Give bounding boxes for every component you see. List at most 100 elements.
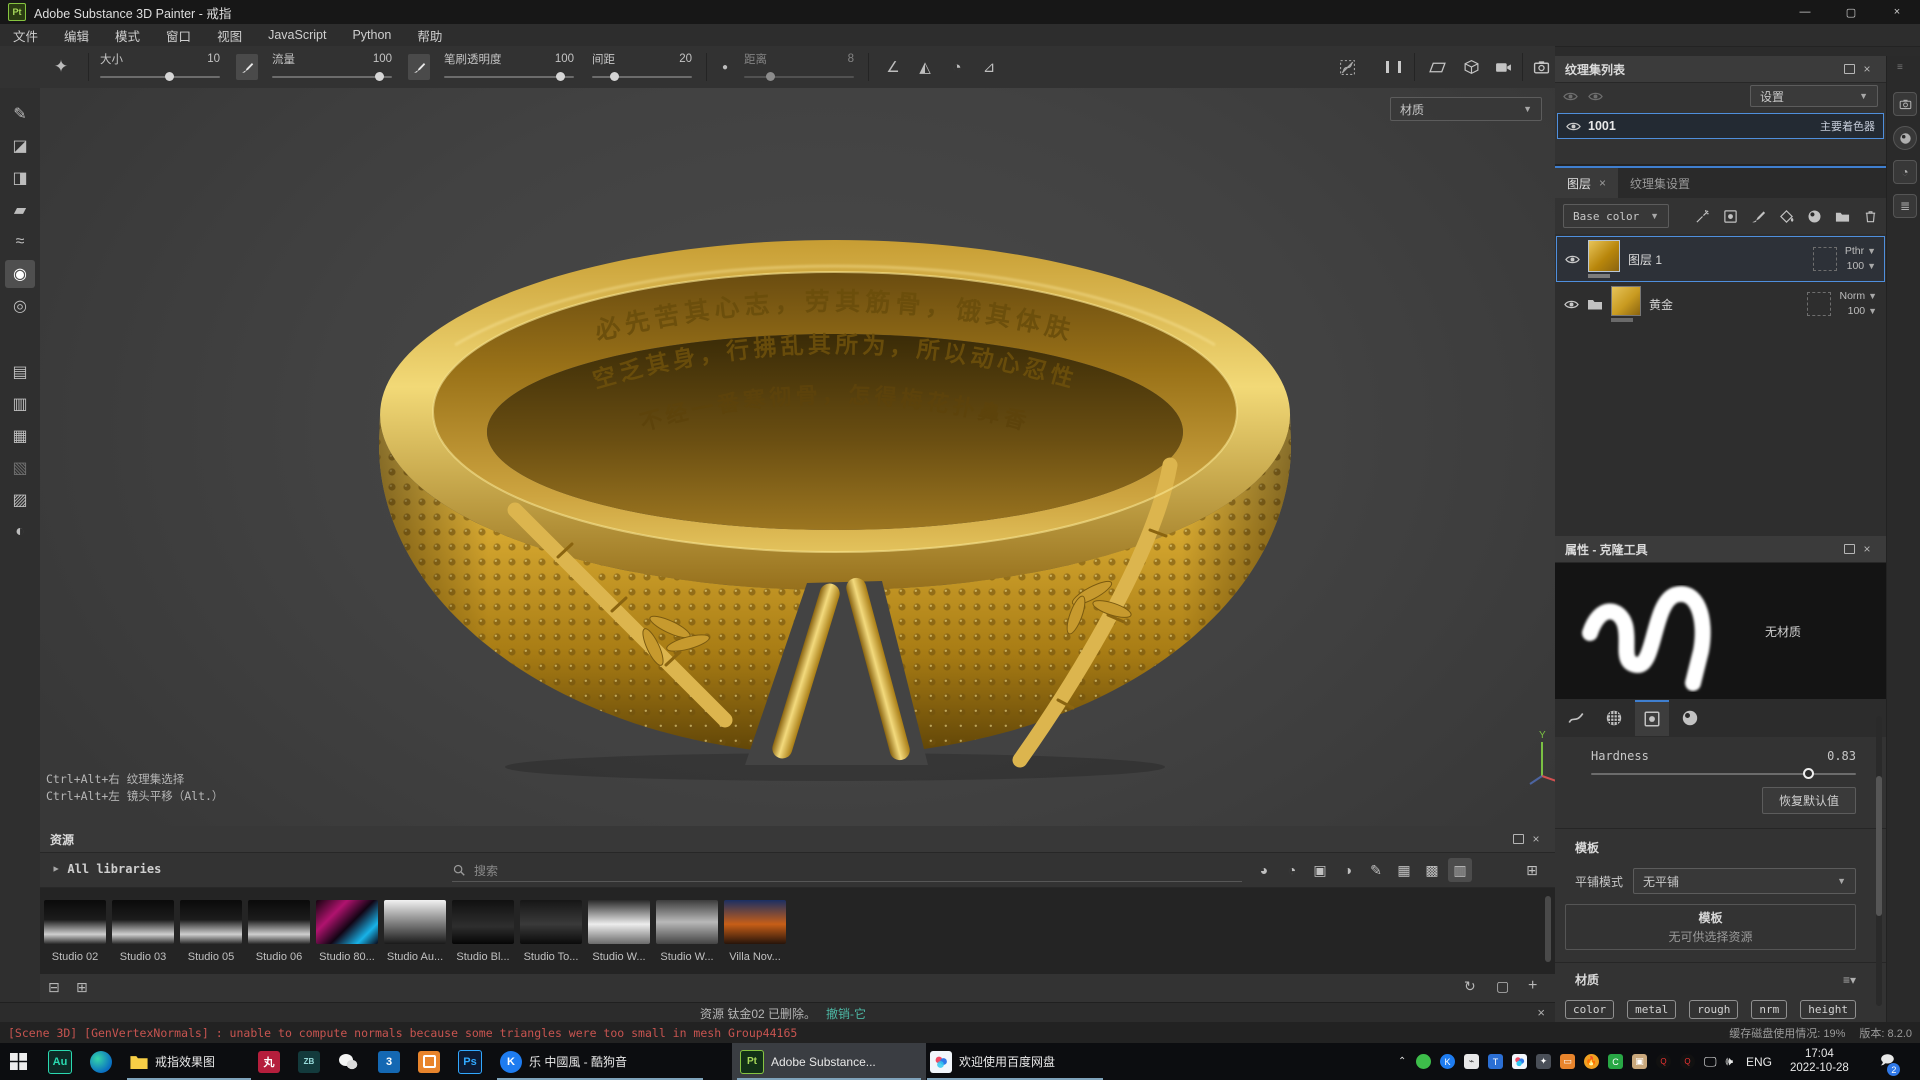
opacity-slider[interactable] (444, 76, 574, 78)
size-slider[interactable] (100, 76, 220, 78)
opacity-dropdown[interactable]: 100 ▼ (1845, 259, 1876, 274)
delete-layer-icon[interactable] (1863, 209, 1878, 224)
size-pressure-toggle[interactable] (236, 54, 258, 80)
menu-file[interactable]: 文件 (0, 26, 51, 45)
tray-wechat-icon[interactable] (1416, 1054, 1431, 1069)
tray-feishu-icon[interactable]: ✦ (1536, 1054, 1551, 1069)
taskbar-photoshop[interactable]: Ps (450, 1043, 490, 1080)
texture-set-row-1001[interactable]: 1001 主要着色器 (1557, 113, 1884, 139)
start-button[interactable] (2, 1043, 35, 1080)
pause-engine-button[interactable] (1380, 55, 1406, 79)
close-panel-icon[interactable]: × (1858, 62, 1876, 76)
menu-mode[interactable]: 模式 (102, 26, 153, 45)
filter-filter-icon[interactable]: ◑ (1336, 858, 1360, 882)
tab-stencil-icon[interactable] (1635, 700, 1669, 736)
add-asset-icon[interactable]: + (1528, 977, 1537, 995)
taskbar-wechat[interactable] (330, 1043, 366, 1080)
filter-smart-material-icon[interactable]: ◔ (1280, 858, 1304, 882)
eye-icon[interactable] (1565, 252, 1580, 267)
tray-kugou-icon[interactable]: K (1440, 1054, 1455, 1069)
sort-list-icon[interactable]: ≡▾ (1843, 973, 1856, 987)
search-field[interactable]: 搜索 (452, 859, 1242, 882)
float-panel-icon[interactable] (1509, 834, 1527, 844)
display-mode-cube-button[interactable] (1458, 55, 1484, 79)
tray-qq-icon[interactable]: Q (1656, 1054, 1671, 1069)
falloff-icon[interactable]: ∠ (880, 55, 906, 79)
panel-scrollbar[interactable] (1876, 716, 1882, 1006)
mask-placeholder[interactable] (1813, 247, 1837, 271)
opacity-dropdown[interactable]: 100 ▼ (1839, 304, 1877, 319)
reset-default-button[interactable]: 恢复默认值 (1762, 787, 1856, 814)
export-icon[interactable]: ▤ (5, 358, 35, 386)
asset-thumb-studio-w2[interactable] (656, 900, 718, 944)
viewport-3d[interactable]: 必先苦其心志，劳其筋骨，饿其体肤 空乏其身，行拂乱其所为，所以动心忍性 不经一番… (40, 88, 1555, 826)
tiling-mode-dropdown[interactable]: 无平铺 ▼ (1633, 868, 1856, 894)
asset-thumb-studio-to[interactable] (520, 900, 582, 944)
layer-row-1[interactable]: 图层 1 Pthr ▼ 100 ▼ (1556, 236, 1885, 282)
tab-material-icon[interactable] (1673, 701, 1707, 735)
eye-icon[interactable] (1566, 119, 1581, 134)
asset-thumb-studio-bl[interactable] (452, 900, 514, 944)
asset-thumb-studio-w1[interactable] (588, 900, 650, 944)
mirror-symmetry-icon[interactable]: ◭ (912, 55, 938, 79)
refresh-shelf-icon[interactable]: ↻ (1464, 978, 1476, 995)
shader-settings-icon[interactable] (1893, 126, 1917, 150)
tab-alpha-icon[interactable] (1597, 701, 1631, 735)
grid-icon[interactable]: ▨ (5, 486, 35, 514)
channel-chip-height[interactable]: height (1800, 1000, 1856, 1019)
tab-texture-set-settings[interactable]: 纹理集设置 (1618, 168, 1702, 198)
menu-help[interactable]: 帮助 (404, 26, 455, 45)
shelf-list-folder-icon[interactable]: ⊞ (76, 979, 88, 996)
clone-tool-button[interactable]: ◉ (5, 260, 35, 288)
asset-thumb-studio80[interactable] (316, 900, 378, 944)
grid-view-icon[interactable]: ⊞ (1520, 858, 1544, 882)
menu-python[interactable]: Python (339, 28, 404, 42)
shading-mode-dropdown[interactable]: 材质 ▼ (1390, 97, 1542, 121)
asset-thumb-studio02[interactable] (44, 900, 106, 944)
eye-off-icon[interactable] (1563, 89, 1578, 104)
tab-brush-icon[interactable] (1559, 701, 1593, 735)
volume-icon[interactable]: 🕪 (1726, 1054, 1734, 1069)
tray-usb-icon[interactable]: ⌁ (1464, 1054, 1479, 1069)
smudge-tool-button[interactable]: ≈ (5, 228, 35, 256)
add-folder-icon[interactable] (1835, 209, 1850, 224)
tray-camera-icon[interactable]: ▣ (1632, 1054, 1647, 1069)
float-panel-icon[interactable] (1840, 64, 1858, 74)
channel-chip-rough[interactable]: rough (1689, 1000, 1738, 1019)
add-smart-mask-icon[interactable] (1807, 209, 1822, 224)
tray-docs-icon[interactable]: T (1488, 1054, 1503, 1069)
menu-javascript[interactable]: JavaScript (255, 28, 339, 42)
add-paint-layer-icon[interactable] (1751, 209, 1766, 224)
language-indicator[interactable]: ENG (1738, 1043, 1780, 1080)
clock[interactable]: 17:04 2022-10-28 (1782, 1043, 1857, 1080)
filter-brush-icon[interactable]: ✎ (1364, 858, 1388, 882)
library-selector[interactable]: ▼ All libraries (54, 862, 161, 876)
eye-icon[interactable] (1564, 297, 1579, 312)
channel-chip-color[interactable]: color (1565, 1000, 1614, 1019)
mask-placeholder[interactable] (1807, 292, 1831, 316)
taskbar-app-red[interactable]: 丸 (250, 1043, 288, 1080)
taskbar-baidu-netdisk[interactable]: 欢迎使用百度网盘 (922, 1043, 1108, 1080)
bake-mode-icon[interactable]: ▥ (5, 390, 35, 418)
paint-tool-button[interactable]: ✎ (5, 100, 35, 128)
maximize-button[interactable]: ▢ (1828, 0, 1874, 24)
material-picker-tool-button[interactable]: ◎ (5, 292, 35, 320)
log-icon[interactable]: ≣ (1893, 194, 1917, 218)
taskbar-3dsmax[interactable]: 3 (370, 1043, 408, 1080)
taskbar-substance-painter[interactable]: Pt Adobe Substance... (732, 1043, 926, 1080)
tray-huorong-icon[interactable]: 🔥 (1584, 1054, 1599, 1069)
brush-preset-icon[interactable]: ✦ (48, 55, 74, 79)
snapshot-button[interactable] (1528, 55, 1554, 79)
blend-mode-dropdown[interactable]: Pthr ▼ (1845, 244, 1876, 259)
taskbar-kugou[interactable]: K 乐 中國風 - 酷狗音 (492, 1043, 708, 1080)
taskbar-zbrush[interactable]: ZB (290, 1043, 328, 1080)
channel-chip-metal[interactable]: metal (1627, 1000, 1676, 1019)
blend-mode-dropdown[interactable]: Norm ▼ (1839, 289, 1877, 304)
asset-thumb-studio06[interactable] (248, 900, 310, 944)
display-sphere-icon[interactable]: ◐ (5, 518, 35, 546)
eye-solo-icon[interactable] (1588, 89, 1603, 104)
geometry-mask-icon[interactable]: ▦ (5, 422, 35, 450)
eraser-tool-button[interactable]: ◪ (5, 132, 35, 160)
filter-environment-icon[interactable]: ▥ (1448, 858, 1472, 882)
menu-edit[interactable]: 编辑 (51, 26, 102, 45)
